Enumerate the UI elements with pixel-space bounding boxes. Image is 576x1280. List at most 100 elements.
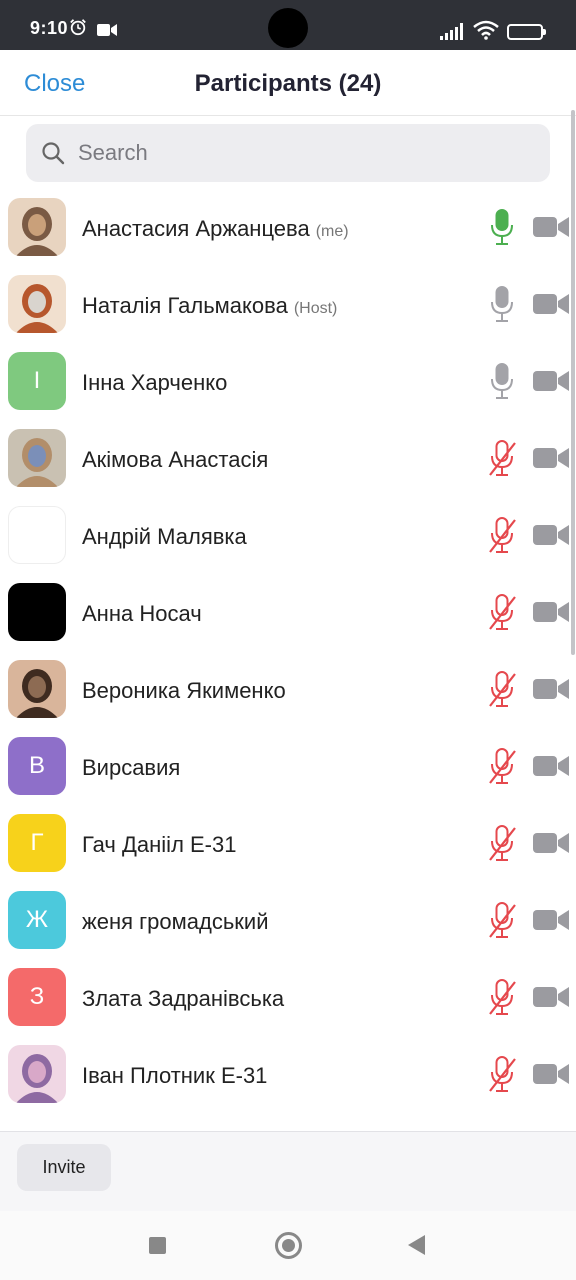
- participant-name: Іван Плотник Е-31: [82, 1063, 268, 1088]
- mic-muted-icon[interactable]: [488, 1055, 516, 1095]
- video-off-icon[interactable]: [533, 447, 569, 469]
- mic-icon[interactable]: [488, 208, 516, 248]
- mic-muted-icon[interactable]: [488, 670, 516, 710]
- mic-muted-icon[interactable]: [488, 824, 516, 864]
- status-bar: 9:10 91: [0, 0, 576, 50]
- status-time: 9:10: [30, 18, 69, 38]
- participant-role: (me): [315, 223, 349, 240]
- avatar: Ж: [8, 891, 66, 949]
- participant-name-container: Іван Плотник Е-31: [82, 1063, 267, 1089]
- avatar-photo: [8, 429, 66, 487]
- back-button[interactable]: [408, 1235, 425, 1255]
- participant-name-container: Анастасия Аржанцева (me): [82, 216, 349, 242]
- participant-name: Інна Харченко: [82, 370, 228, 395]
- video-off-icon[interactable]: [533, 678, 569, 700]
- search-bar[interactable]: [26, 124, 550, 182]
- avatar-photo: [8, 660, 66, 718]
- battery-icon: 91: [507, 24, 543, 40]
- participant-row[interactable]: В Вирсавия: [0, 729, 576, 806]
- mic-muted-icon[interactable]: [488, 978, 516, 1018]
- scrollbar[interactable]: [571, 110, 575, 655]
- participant-row[interactable]: Г Гач Данііл Е-31: [0, 806, 576, 883]
- avatar: [8, 275, 66, 333]
- mic-muted-icon[interactable]: [488, 516, 516, 556]
- avatar-photo: [8, 1045, 66, 1103]
- participant-row[interactable]: Андрій Малявка: [0, 498, 576, 575]
- battery-percent: 91: [518, 26, 532, 38]
- avatar: В: [8, 737, 66, 795]
- participant-row[interactable]: Вероника Якименко: [0, 652, 576, 729]
- participant-row[interactable]: Акімова Анастасія: [0, 421, 576, 498]
- avatar: [8, 583, 66, 641]
- battery-tip: [543, 29, 546, 35]
- participant-row[interactable]: Іван Плотник Е-31: [0, 1037, 576, 1114]
- participant-name: Наталія Гальмакова: [82, 293, 288, 318]
- video-off-icon[interactable]: [533, 370, 569, 392]
- video-off-icon[interactable]: [533, 986, 569, 1008]
- participant-row[interactable]: Жженя громадський: [0, 883, 576, 960]
- video-off-icon[interactable]: [533, 293, 569, 315]
- participant-name: Андрій Малявка: [82, 524, 247, 549]
- video-off-icon[interactable]: [533, 1063, 569, 1085]
- search-icon: [42, 142, 65, 165]
- video-icon: [97, 24, 117, 36]
- home-icon: [282, 1239, 295, 1252]
- participant-row[interactable]: З Злата Задранівська: [0, 960, 576, 1037]
- video-off-icon[interactable]: [533, 216, 569, 238]
- participant-name: Анастасия Аржанцева: [82, 216, 310, 241]
- mic-muted-icon[interactable]: [488, 747, 516, 787]
- participant-name: Вирсавия: [82, 755, 181, 780]
- avatar-photo: [8, 198, 66, 256]
- mic-muted-icon[interactable]: [488, 593, 516, 633]
- participant-name-container: женя громадський: [82, 909, 268, 935]
- participant-list[interactable]: Анастасия Аржанцева (me) Наталія Гальмаков…: [0, 190, 576, 1131]
- participant-row[interactable]: І Інна Харченко: [0, 344, 576, 421]
- avatar: [8, 429, 66, 487]
- participant-row[interactable]: Наталія Гальмакова (Host): [0, 267, 576, 344]
- camera-cutout: [268, 8, 308, 48]
- header: Close Participants (24): [0, 50, 576, 116]
- participant-name: Акімова Анастасія: [82, 447, 269, 472]
- participant-name: Злата Задранівська: [82, 986, 285, 1011]
- participant-row[interactable]: Анастасия Аржанцева (me): [0, 190, 576, 267]
- participant-row[interactable]: Анна Носач: [0, 575, 576, 652]
- participant-name-container: Гач Данііл Е-31: [82, 832, 236, 858]
- page-title: Participants (24): [194, 70, 382, 97]
- mic-icon[interactable]: [488, 362, 516, 402]
- search-input[interactable]: [78, 124, 538, 182]
- bottom-bar: Invite: [0, 1131, 576, 1212]
- video-off-icon[interactable]: [533, 832, 569, 854]
- avatar-initial: З: [29, 983, 45, 1010]
- avatar-initial: І: [33, 367, 41, 394]
- avatar-photo: [8, 275, 66, 333]
- participant-name-container: Наталія Гальмакова (Host): [82, 293, 337, 319]
- avatar-initial: Г: [30, 829, 44, 856]
- recents-button[interactable]: [149, 1237, 166, 1254]
- participant-name-container: Акімова Анастасія: [82, 447, 268, 473]
- signal-icon: [440, 23, 463, 40]
- video-off-icon[interactable]: [533, 909, 569, 931]
- mic-muted-icon[interactable]: [488, 901, 516, 941]
- participant-name: женя громадський: [82, 909, 269, 934]
- video-off-icon[interactable]: [533, 524, 569, 546]
- avatar: [8, 660, 66, 718]
- alarm-icon: [70, 19, 86, 36]
- avatar: І: [8, 352, 66, 410]
- video-off-icon[interactable]: [533, 601, 569, 623]
- participant-name-container: Андрій Малявка: [82, 524, 247, 550]
- navigation-bar: [0, 1211, 576, 1280]
- mic-muted-icon[interactable]: [488, 439, 516, 479]
- wifi-icon: [473, 20, 499, 40]
- home-button[interactable]: [275, 1232, 302, 1259]
- video-off-icon[interactable]: [533, 755, 569, 777]
- invite-button[interactable]: Invite: [17, 1144, 111, 1191]
- participant-name: Гач Данііл Е-31: [82, 832, 237, 857]
- avatar: [8, 198, 66, 256]
- participant-name-container: Інна Харченко: [82, 370, 227, 396]
- avatar: З: [8, 968, 66, 1026]
- mic-icon[interactable]: [488, 285, 516, 325]
- participant-name: Вероника Якименко: [82, 678, 286, 703]
- avatar-initial: В: [28, 752, 45, 779]
- participant-name-container: Вирсавия: [82, 755, 180, 781]
- avatar-initial: Ж: [25, 906, 49, 933]
